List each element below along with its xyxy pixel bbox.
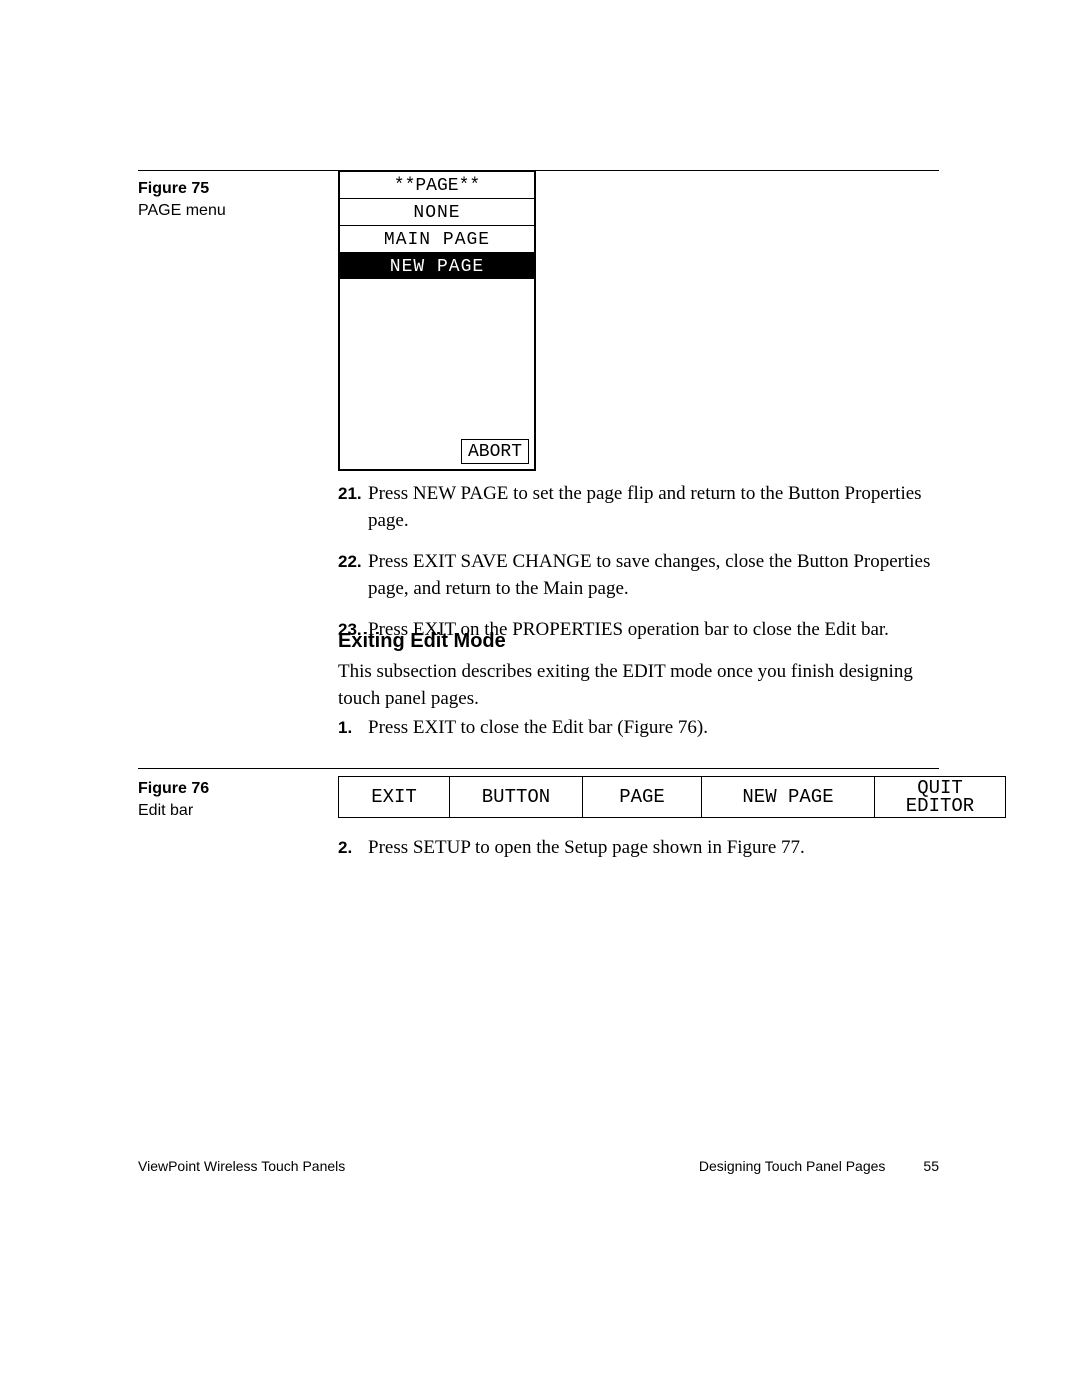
edit-bar-button-button[interactable]: BUTTON [450,777,583,817]
footer-section-title: Designing Touch Panel Pages [699,1158,886,1174]
section-heading-exiting-edit-mode: Exiting Edit Mode [338,630,506,653]
step-number: 22. [338,548,368,602]
step-number: 1. [338,714,368,741]
page-menu-title: **PAGE** [340,172,534,199]
section-intro: This subsection describes exiting the ED… [338,658,939,712]
rule-above-figure-76 [138,768,939,769]
figure-76-description: Edit bar [138,800,318,822]
page-footer: ViewPoint Wireless Touch Panels Designin… [138,1158,939,1174]
step-1-group: 1. Press EXIT to close the Edit bar (Fig… [338,714,939,755]
step-1: 1. Press EXIT to close the Edit bar (Fig… [338,714,939,741]
step-text: Press EXIT to close the Edit bar (Figure… [368,714,939,741]
figure-76-edit-bar: EXIT BUTTON PAGE NEW PAGE QUIT EDITOR [338,776,1006,818]
figure-75-description: PAGE menu [138,200,318,222]
figure-75-caption: Figure 75 PAGE menu [138,178,318,222]
figure-76-caption: Figure 76 Edit bar [138,778,318,822]
edit-bar-new-page-button[interactable]: NEW PAGE [702,777,875,817]
page-menu-item-none[interactable]: NONE [340,199,534,226]
footer-page-number: 55 [923,1158,939,1174]
step-2-group: 2. Press SETUP to open the Setup page sh… [338,834,939,875]
step-text: Press EXIT SAVE CHANGE to save changes, … [368,548,939,602]
edit-bar-page-button[interactable]: PAGE [583,777,702,817]
step-text: Press SETUP to open the Setup page shown… [368,834,939,861]
page-menu-empty-area [340,279,534,437]
figure-75-label: Figure 75 [138,178,318,200]
page-menu-abort-wrap: ABORT [340,437,534,469]
footer-left: ViewPoint Wireless Touch Panels [138,1158,345,1174]
abort-button[interactable]: ABORT [461,439,529,464]
figure-76-label: Figure 76 [138,778,318,800]
step-number: 21. [338,480,368,534]
step-2: 2. Press SETUP to open the Setup page sh… [338,834,939,861]
page-menu-item-new-page[interactable]: NEW PAGE [340,253,534,279]
page-menu-item-main-page[interactable]: MAIN PAGE [340,226,534,253]
step-21: 21. Press NEW PAGE to set the page flip … [338,480,939,534]
edit-bar-exit-button[interactable]: EXIT [339,777,450,817]
step-22: 22. Press EXIT SAVE CHANGE to save chang… [338,548,939,602]
edit-bar-quit-line2: EDITOR [906,797,974,815]
rule-above-figure-75 [138,170,939,171]
step-number: 2. [338,834,368,861]
step-text: Press NEW PAGE to set the page flip and … [368,480,939,534]
figure-75-page-menu: **PAGE** NONE MAIN PAGE NEW PAGE ABORT [338,170,536,471]
edit-bar-quit-editor-button[interactable]: QUIT EDITOR [875,777,1005,817]
